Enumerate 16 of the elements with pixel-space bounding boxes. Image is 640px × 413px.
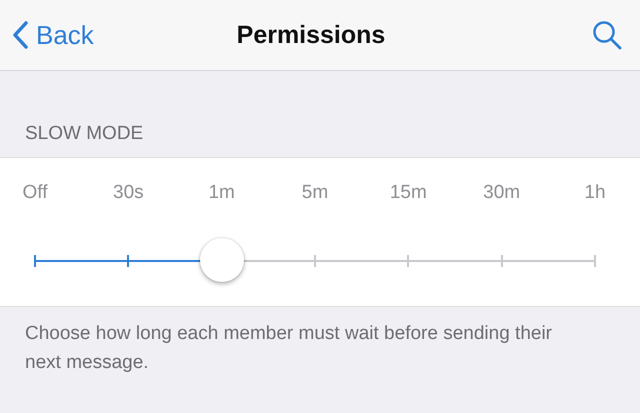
page-title: Permissions bbox=[236, 20, 386, 50]
section-header: SLOW MODE bbox=[25, 123, 144, 145]
slider-option[interactable]: 30m bbox=[483, 182, 520, 204]
slider-option[interactable]: 1h bbox=[584, 182, 606, 204]
slider-option[interactable]: 30s bbox=[113, 182, 144, 204]
tick-mark bbox=[34, 255, 36, 267]
slider-thumb[interactable] bbox=[200, 238, 244, 282]
back-button[interactable]: Back bbox=[12, 20, 208, 50]
slider-option[interactable]: 1m bbox=[208, 182, 235, 204]
chevron-left-icon bbox=[12, 21, 28, 49]
slider-option[interactable]: 5m bbox=[302, 182, 328, 204]
slider-option[interactable]: 15m bbox=[390, 182, 427, 204]
slider-option[interactable]: Off bbox=[22, 182, 48, 204]
tick-mark bbox=[127, 255, 130, 267]
footer-text: Choose how long each member must wait before sending their next message. bbox=[24, 322, 554, 375]
search-icon[interactable] bbox=[592, 20, 622, 50]
